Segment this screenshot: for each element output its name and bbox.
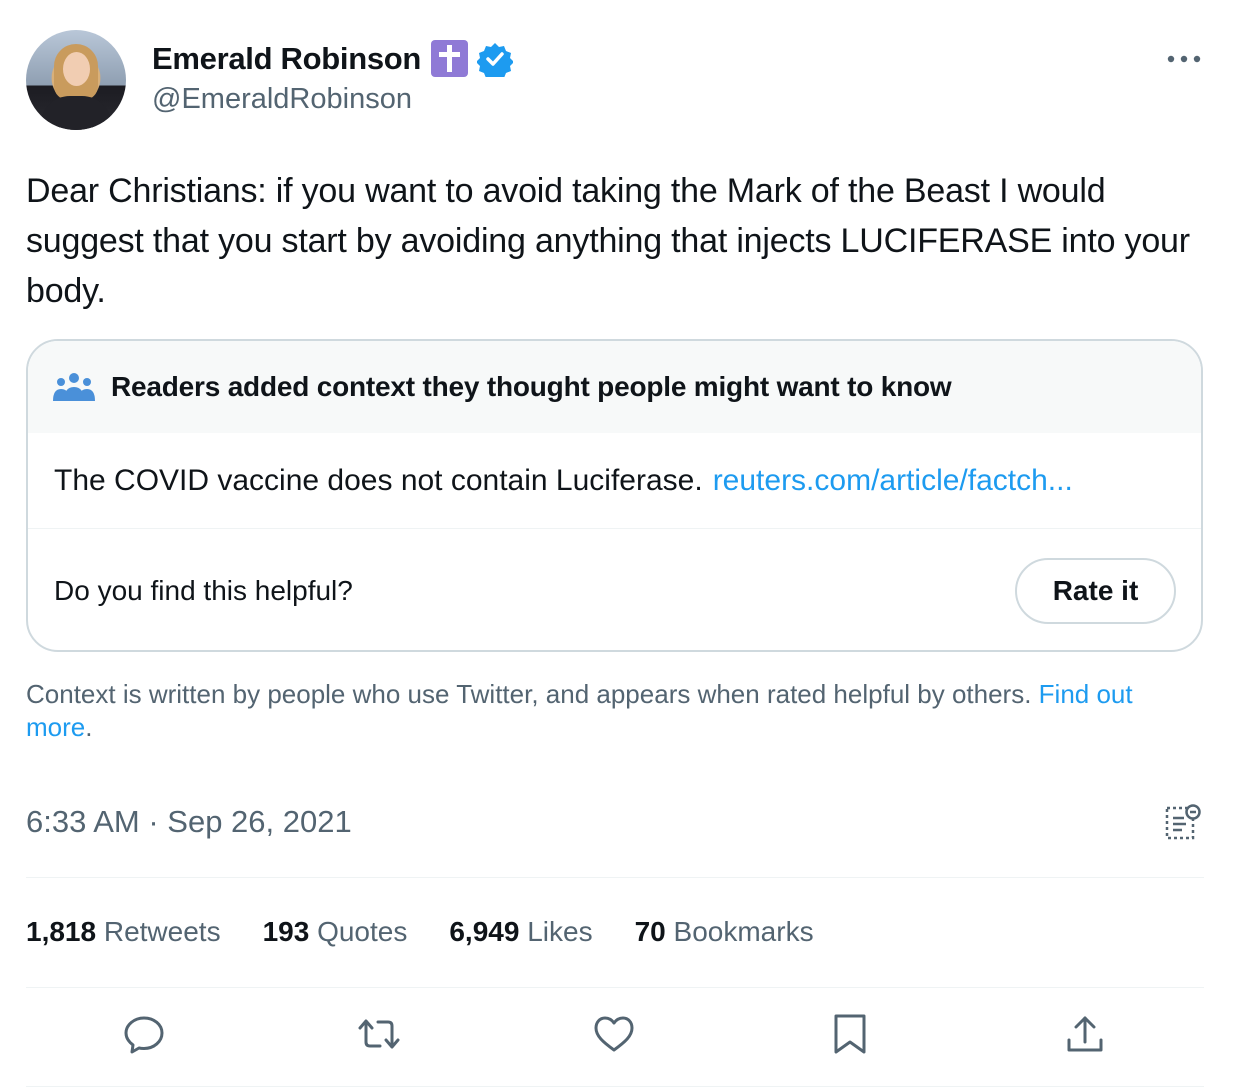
community-note-header: Readers added context they thought peopl… <box>28 341 1201 433</box>
stat-quotes-label: Quotes <box>317 916 408 947</box>
more-horizontal-icon[interactable] <box>1166 54 1202 64</box>
verified-badge-icon[interactable] <box>477 41 514 77</box>
rate-it-button[interactable]: Rate it <box>1015 557 1176 624</box>
context-disclaimer: Context is written by people who use Twi… <box>26 678 1206 744</box>
community-note-footer: Do you find this helpful? Rate it <box>28 529 1201 650</box>
people-icon <box>53 373 95 401</box>
tweet-timestamp[interactable]: 6:33 AM · Sep 26, 2021 <box>26 804 352 840</box>
heart-icon[interactable] <box>591 1010 637 1058</box>
stat-quotes-value: 193 <box>262 916 310 947</box>
author-name[interactable]: Emerald Robinson <box>152 41 421 77</box>
context-period: . <box>85 712 93 742</box>
community-note-body: The COVID vaccine does not contain Lucif… <box>28 433 1201 529</box>
community-note-link[interactable]: reuters.com/article/factch... <box>713 464 1073 498</box>
stat-likes-label: Likes <box>527 916 593 947</box>
stat-likes[interactable]: 6,949 Likes <box>449 916 592 948</box>
avatar-face <box>63 52 90 86</box>
divider-top <box>26 877 1204 878</box>
stat-bookmarks[interactable]: 70 Bookmarks <box>635 916 814 948</box>
avatar-body <box>40 96 112 130</box>
community-note-text: The COVID vaccine does not contain Lucif… <box>54 463 703 497</box>
community-note-heading: Readers added context they thought peopl… <box>111 371 952 402</box>
stat-retweets[interactable]: 1,818 Retweets <box>26 916 221 948</box>
divider-middle <box>26 987 1204 988</box>
helpful-question: Do you find this helpful? <box>54 574 353 606</box>
community-note-card: Readers added context they thought peopl… <box>26 339 1203 652</box>
stat-likes-value: 6,949 <box>449 916 520 947</box>
stat-retweets-label: Retweets <box>103 916 221 947</box>
stat-retweets-value: 1,818 <box>26 916 97 947</box>
bookmark-icon[interactable] <box>827 1010 873 1058</box>
stat-bookmarks-label: Bookmarks <box>673 916 814 947</box>
share-icon[interactable] <box>1062 1010 1108 1058</box>
view-analytics-icon[interactable] <box>1164 802 1202 842</box>
retweet-icon[interactable] <box>356 1010 402 1058</box>
tweet-text: Dear Christians: if you want to avoid ta… <box>26 172 1190 310</box>
author-name-row: Emerald Robinson <box>152 40 514 77</box>
stat-quotes[interactable]: 193 Quotes <box>263 916 408 948</box>
cross-badge-icon <box>431 40 469 77</box>
engagement-stats: 1,818 Retweets 193 Quotes 6,949 Likes 70… <box>26 916 856 948</box>
action-bar <box>0 1010 1234 1070</box>
reply-icon[interactable] <box>121 1010 167 1058</box>
author-handle[interactable]: @EmeraldRobinson <box>152 83 412 116</box>
stat-bookmarks-value: 70 <box>634 916 666 947</box>
author-avatar[interactable] <box>26 30 126 130</box>
divider-bottom <box>26 1086 1204 1087</box>
context-text: Context is written by people who use Twi… <box>26 679 1039 709</box>
